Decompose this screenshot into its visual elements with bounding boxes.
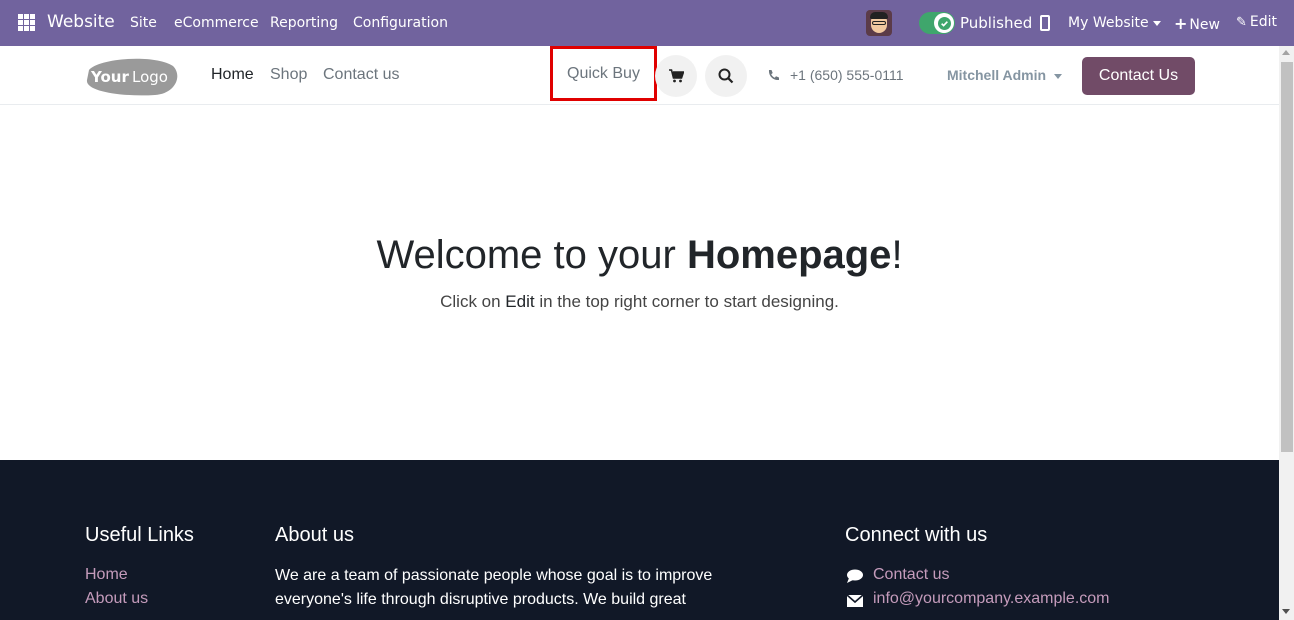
check-icon <box>934 13 954 33</box>
hero-sub-bold: Edit <box>505 292 535 311</box>
comment-icon <box>847 569 863 583</box>
company-logo[interactable]: Your Logo <box>85 56 179 96</box>
website-selector-label: My Website <box>1068 15 1149 31</box>
user-avatar[interactable] <box>866 10 892 36</box>
hero-sub-prefix: Click on <box>440 292 506 311</box>
hero-title-suffix: ! <box>891 233 903 277</box>
published-toggle[interactable] <box>919 12 955 34</box>
site-header: Your Logo Home Shop Contact us Quick Buy… <box>0 46 1279 105</box>
menu-ecommerce[interactable]: eCommerce <box>174 15 259 31</box>
menu-configuration[interactable]: Configuration <box>353 15 448 31</box>
phone-number: +1 (650) 555-0111 <box>790 67 904 83</box>
hero-title-bold: Homepage <box>686 233 892 277</box>
search-button[interactable] <box>705 55 747 97</box>
footer-contact-us-link[interactable]: Contact us <box>873 566 949 584</box>
admin-top-bar: Website Site eCommerce Reporting Configu… <box>0 0 1294 46</box>
plus-icon: + <box>1174 14 1188 33</box>
scrollbar-thumb[interactable] <box>1281 62 1293 452</box>
site-footer: Useful Links Home About us About us We a… <box>0 460 1279 620</box>
scroll-up-arrow-icon[interactable] <box>1282 50 1290 55</box>
search-icon <box>718 68 734 84</box>
hero-title-prefix: Welcome to your <box>376 233 687 277</box>
svg-text:Your: Your <box>90 68 129 86</box>
nav-shop[interactable]: Shop <box>270 66 307 84</box>
pencil-icon: ✎ <box>1236 15 1247 30</box>
website-selector[interactable]: My Website <box>1068 15 1161 31</box>
new-button[interactable]: + New <box>1174 14 1220 33</box>
cart-button[interactable] <box>655 55 697 97</box>
svg-text:Logo: Logo <box>132 68 168 86</box>
hero-subtitle: Click on Edit in the top right corner to… <box>0 292 1279 312</box>
phone-link[interactable]: +1 (650) 555-0111 <box>767 67 904 83</box>
about-us-heading: About us <box>275 524 354 546</box>
nav-contact-us[interactable]: Contact us <box>323 66 399 84</box>
footer-link-about-us[interactable]: About us <box>85 590 148 608</box>
footer-email-link[interactable]: info@yourcompany.example.com <box>873 590 1110 608</box>
useful-links-heading: Useful Links <box>85 524 194 546</box>
caret-down-icon <box>1054 73 1063 79</box>
about-us-text: We are a team of passionate people whose… <box>275 567 713 608</box>
footer-link-home[interactable]: Home <box>85 566 128 584</box>
connect-heading: Connect with us <box>845 524 988 546</box>
scroll-down-arrow-icon[interactable] <box>1282 609 1290 614</box>
new-label: New <box>1189 17 1220 33</box>
quick-buy-link[interactable]: Quick Buy <box>550 46 657 101</box>
apps-grid-icon[interactable] <box>18 14 35 31</box>
nav-home[interactable]: Home <box>211 66 254 84</box>
edit-button[interactable]: ✎ Edit <box>1236 14 1277 30</box>
menu-reporting[interactable]: Reporting <box>270 15 338 31</box>
hero-sub-suffix: in the top right corner to start designi… <box>534 292 839 311</box>
mobile-preview-icon[interactable] <box>1040 15 1050 31</box>
user-name: Mitchell Admin <box>947 67 1047 83</box>
shopping-cart-icon <box>668 69 684 83</box>
published-label[interactable]: Published <box>960 14 1032 32</box>
menu-site[interactable]: Site <box>130 15 157 31</box>
user-menu[interactable]: Mitchell Admin <box>947 67 1063 83</box>
envelope-icon <box>846 594 864 607</box>
app-name[interactable]: Website <box>47 12 115 32</box>
edit-label: Edit <box>1249 14 1278 30</box>
caret-down-icon <box>1152 20 1161 26</box>
hero-title: Welcome to your Homepage! <box>0 233 1279 278</box>
contact-us-button[interactable]: Contact Us <box>1082 57 1195 95</box>
phone-icon <box>768 69 779 80</box>
